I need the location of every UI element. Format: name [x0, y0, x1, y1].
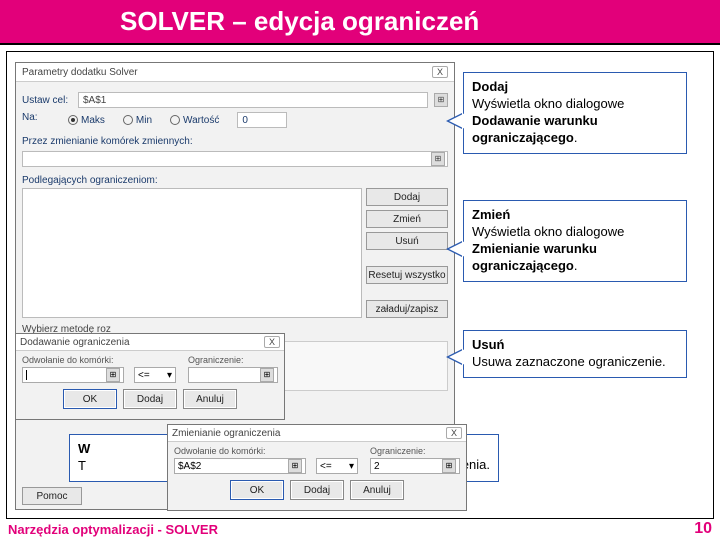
add-constraint-dialog: Dodawanie ograniczenia X Odwołanie do ko… — [15, 333, 285, 420]
add-button[interactable]: Dodaj — [290, 480, 344, 500]
page-number: 10 — [694, 520, 712, 538]
reset-button[interactable]: Resetuj wszystko — [366, 266, 448, 284]
range-picker-icon[interactable]: ⊞ — [442, 459, 456, 473]
radio-max[interactable]: Maks — [68, 112, 105, 128]
range-picker-icon[interactable]: ⊞ — [106, 368, 120, 382]
close-icon[interactable]: X — [446, 427, 462, 439]
cancel-button[interactable]: Anuluj — [350, 480, 404, 500]
footer-text: Narzędzia optymalizacji - SOLVER — [8, 522, 218, 537]
delete-button[interactable]: Usuń — [366, 232, 448, 250]
dialog-title: Zmienianie ograniczenia — [172, 428, 280, 439]
content-frame: Parametry dodatku Solver X Ustaw cel: $A… — [6, 51, 714, 519]
constraint-field[interactable]: 2⊞ — [370, 458, 460, 474]
to-label: Na: — [22, 112, 50, 128]
cell-ref-field[interactable]: $A$2⊞ — [174, 458, 306, 474]
radio-value[interactable]: Wartość — [170, 112, 219, 128]
cell-ref-label: Odwołanie do komórki: — [174, 446, 306, 456]
changing-cells-field[interactable]: ⊞ — [22, 151, 448, 167]
cell-ref-label: Odwołanie do komórki: — [22, 355, 124, 365]
range-picker-icon[interactable]: ⊞ — [260, 368, 274, 382]
value-field[interactable]: 0 — [237, 112, 287, 128]
constraint-field[interactable]: ⊞ — [188, 367, 278, 383]
dialog-title: Parametry dodatku Solver — [22, 67, 138, 78]
chevron-down-icon: ▾ — [349, 461, 354, 472]
range-picker-icon[interactable]: ⊞ — [434, 93, 448, 107]
add-button[interactable]: Dodaj — [366, 188, 448, 206]
dialog-title: Dodawanie ograniczenia — [20, 337, 130, 348]
radio-min[interactable]: Min — [123, 112, 152, 128]
cancel-button[interactable]: Anuluj — [183, 389, 237, 409]
slide-body: Parametry dodatku Solver X Ustaw cel: $A… — [0, 45, 720, 525]
constraint-label: Ograniczenie: — [188, 355, 278, 365]
ok-button[interactable]: OK — [63, 389, 117, 409]
add-button[interactable]: Dodaj — [123, 389, 177, 409]
dialog-titlebar: Parametry dodatku Solver X — [16, 63, 454, 82]
close-icon[interactable]: X — [264, 336, 280, 348]
changing-cells-label: Przez zmienianie komórek zmiennych: — [22, 136, 448, 147]
constraint-label: Ograniczenie: — [370, 446, 460, 456]
callout-usun: Usuń Usuwa zaznaczone ograniczenie. — [463, 330, 687, 378]
range-picker-icon[interactable]: ⊞ — [288, 459, 302, 473]
ok-button[interactable]: OK — [230, 480, 284, 500]
set-objective-field[interactable]: $A$1 — [78, 92, 428, 108]
loadsave-button[interactable]: załaduj/zapisz — [366, 300, 448, 318]
callout-dodaj: Dodaj Wyświetla okno dialogowe Dodawanie… — [463, 72, 687, 154]
range-picker-icon[interactable]: ⊞ — [431, 152, 445, 166]
set-objective-label: Ustaw cel: — [22, 95, 72, 106]
constraints-label: Podlegających ograniczeniom: — [22, 175, 448, 186]
close-icon[interactable]: X — [432, 66, 448, 78]
chevron-down-icon: ▾ — [167, 370, 172, 381]
constraints-list[interactable] — [22, 188, 362, 318]
change-constraint-dialog: Zmienianie ograniczenia X Odwołanie do k… — [167, 424, 467, 511]
change-button[interactable]: Zmień — [366, 210, 448, 228]
cell-ref-field[interactable]: ⊞ — [22, 367, 124, 383]
operator-select[interactable]: <=▾ — [316, 458, 358, 474]
footer: Narzędzia optymalizacji - SOLVER 10 — [8, 520, 712, 538]
slide-title: SOLVER – edycja ograniczeń — [0, 0, 720, 45]
callout-zmien: Zmień Wyświetla okno dialogowe Zmieniani… — [463, 200, 687, 282]
operator-select[interactable]: <=▾ — [134, 367, 176, 383]
help-button[interactable]: Pomoc — [22, 487, 82, 505]
objective-type: Na: Maks Min Wartość 0 — [56, 112, 448, 128]
